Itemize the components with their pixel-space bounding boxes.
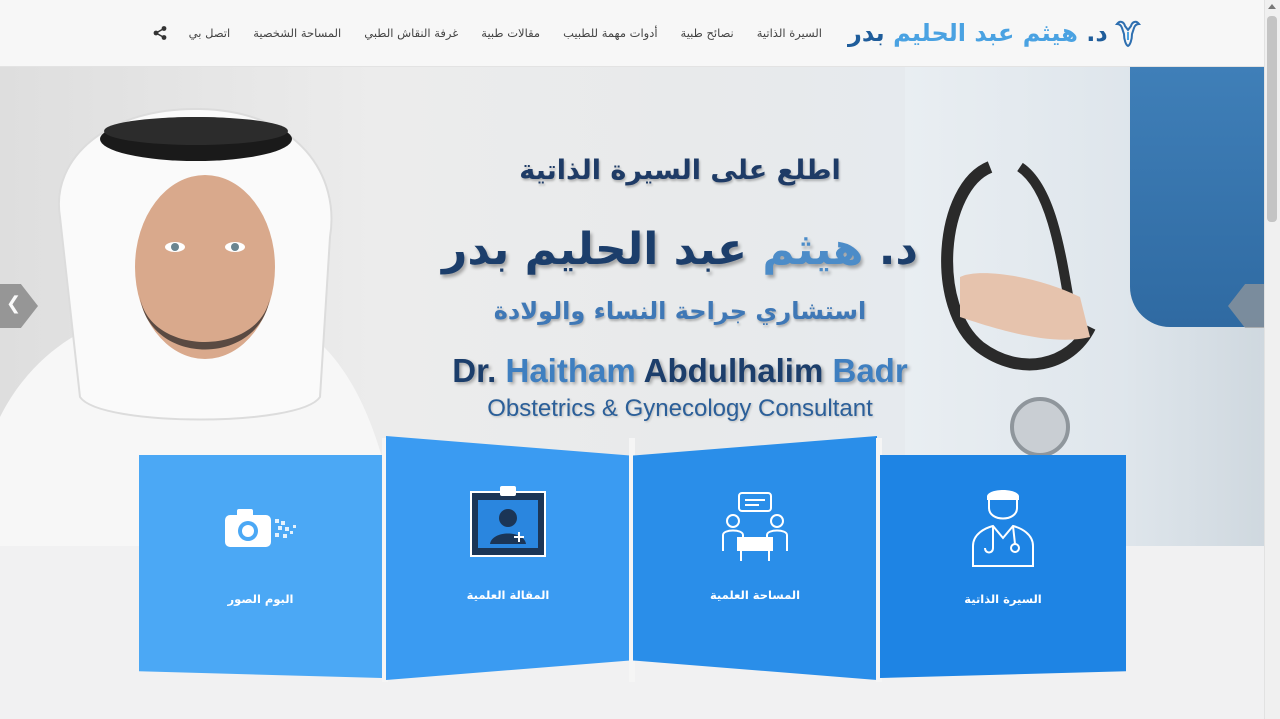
discussion-icon bbox=[722, 492, 788, 561]
nav-item-cv[interactable]: السيرة الذاتية bbox=[757, 26, 822, 40]
uterus-logo-icon bbox=[1114, 20, 1141, 48]
id-badge-icon bbox=[470, 486, 546, 557]
hero-name-first: هيثم bbox=[762, 224, 864, 275]
card-scientific-article-label: المقالة العلمية bbox=[466, 588, 550, 602]
nav-item-medical-articles[interactable]: مقالات طبية bbox=[481, 26, 540, 40]
doctor-icon bbox=[972, 490, 1034, 567]
hero-en-prefix: Dr. bbox=[452, 352, 497, 389]
card-photo-album[interactable]: البوم الصور bbox=[139, 455, 382, 678]
card-scientific-article[interactable]: المقالة العلمية bbox=[386, 436, 630, 680]
card-scientific-space-label: المساحة العلمية bbox=[709, 588, 801, 602]
share-icon[interactable] bbox=[152, 25, 168, 41]
card-cv-label: السيرة الذاتية bbox=[964, 592, 1042, 606]
logo-name: هيثم عبد الحليم bbox=[893, 19, 1078, 47]
hero-en-first: Haitham bbox=[505, 352, 636, 389]
hero-title-ar: استشاري جراحة النساء والولادة bbox=[493, 297, 867, 325]
nav-item-personal-space[interactable]: المساحة الشخصية bbox=[253, 26, 341, 40]
hero-name-rest: عبد الحليم بدر bbox=[442, 224, 748, 275]
hero-intro[interactable]: اطلع على السيرة الذاتية bbox=[420, 155, 940, 186]
card-photo-album-label: البوم الصور bbox=[227, 592, 294, 606]
main-nav: السيرة الذاتية نصائح طبية أدوات مهمة للط… bbox=[166, 0, 822, 66]
site-header: د. هيثم عبد الحليم بدر السيرة الذاتية نص… bbox=[0, 0, 1264, 67]
stethoscope-image bbox=[941, 161, 1096, 457]
scrollbar-thumb[interactable] bbox=[1267, 16, 1277, 222]
card-scientific-space[interactable]: المساحة العلمية bbox=[633, 436, 877, 680]
logo-prefix: د. bbox=[1086, 19, 1108, 47]
camera-icon bbox=[224, 509, 296, 547]
hero-name-ar: د. هيثم عبد الحليم بدر bbox=[420, 224, 940, 275]
nav-item-doctor-tools[interactable]: أدوات مهمة للطبيب bbox=[563, 26, 657, 40]
logo-surname: بدر bbox=[848, 19, 885, 47]
hero-name-en: Dr. Haitham Abdulhalim Badr bbox=[420, 352, 940, 390]
scroll-up-arrow-icon[interactable] bbox=[1268, 4, 1276, 9]
nav-item-medical-tips[interactable]: نصائح طبية bbox=[681, 26, 734, 40]
hero-name-prefix: د. bbox=[878, 224, 918, 275]
card-cv[interactable]: السيرة الذاتية bbox=[880, 455, 1126, 678]
hero-en-last: Badr bbox=[832, 352, 908, 389]
hero-en-middle: Abdulhalim bbox=[643, 352, 824, 389]
chevron-left-icon: ❮ bbox=[6, 293, 22, 314]
nav-item-contact[interactable]: اتصل بي bbox=[189, 26, 231, 40]
site-logo[interactable]: د. هيثم عبد الحليم بدر bbox=[848, 16, 1142, 50]
hero-title-en: Obstetrics & Gynecology Consultant bbox=[487, 395, 873, 422]
nav-item-discussion-room[interactable]: غرفة النقاش الطبي bbox=[364, 26, 458, 40]
